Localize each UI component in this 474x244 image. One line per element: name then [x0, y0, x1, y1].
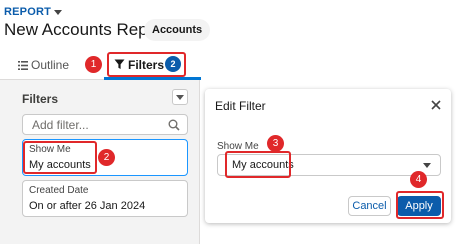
apply-button[interactable]: Apply: [397, 196, 441, 216]
filter-card-label: Show Me: [29, 144, 71, 155]
edit-filter-popover: Edit Filter Show Me My accounts Cancel A…: [205, 89, 451, 223]
cancel-button[interactable]: Cancel: [348, 196, 391, 216]
filters-heading: Filters: [22, 92, 59, 106]
page-title: New Accounts Report: [4, 20, 168, 39]
breadcrumb[interactable]: REPORT: [4, 6, 63, 18]
tab-outline-label: Outline: [31, 58, 70, 72]
tab-outline[interactable]: Outline: [18, 58, 69, 72]
edit-filter-title: Edit Filter: [215, 99, 266, 113]
chevron-down-icon: [54, 9, 63, 15]
filter-card-label: Created Date: [29, 185, 89, 196]
list-icon: [18, 61, 28, 70]
close-icon[interactable]: [429, 98, 443, 112]
breadcrumb-label: REPORT: [4, 6, 52, 18]
step-badge-1: 1: [85, 56, 102, 73]
report-type-chip: Accounts: [144, 19, 211, 41]
step-badge-3: 3: [267, 135, 284, 152]
chevron-down-icon: [423, 163, 431, 168]
show-me-selected-value: My accounts: [232, 159, 294, 171]
filter-card-value: On or after 26 Jan 2024: [29, 200, 146, 212]
filter-icon: [114, 59, 125, 69]
tab-filters[interactable]: Filters 2: [104, 51, 201, 80]
add-filter-input[interactable]: [32, 115, 172, 134]
filter-card-created-date[interactable]: Created Date On or after 26 Jan 2024: [22, 180, 188, 217]
filter-card-value: My accounts: [29, 159, 91, 171]
tab-filters-label: Filters: [128, 58, 165, 72]
step-badge-2: 2: [98, 149, 115, 166]
show-me-select[interactable]: My accounts: [217, 154, 441, 176]
chevron-down-icon: [176, 95, 184, 100]
filter-count-badge: 2: [165, 56, 181, 72]
add-filter-search: [22, 114, 188, 135]
show-me-label: Show Me: [217, 141, 259, 152]
filters-menu-button[interactable]: [172, 89, 188, 105]
search-icon: [168, 119, 180, 131]
step-badge-4: 4: [410, 171, 427, 188]
